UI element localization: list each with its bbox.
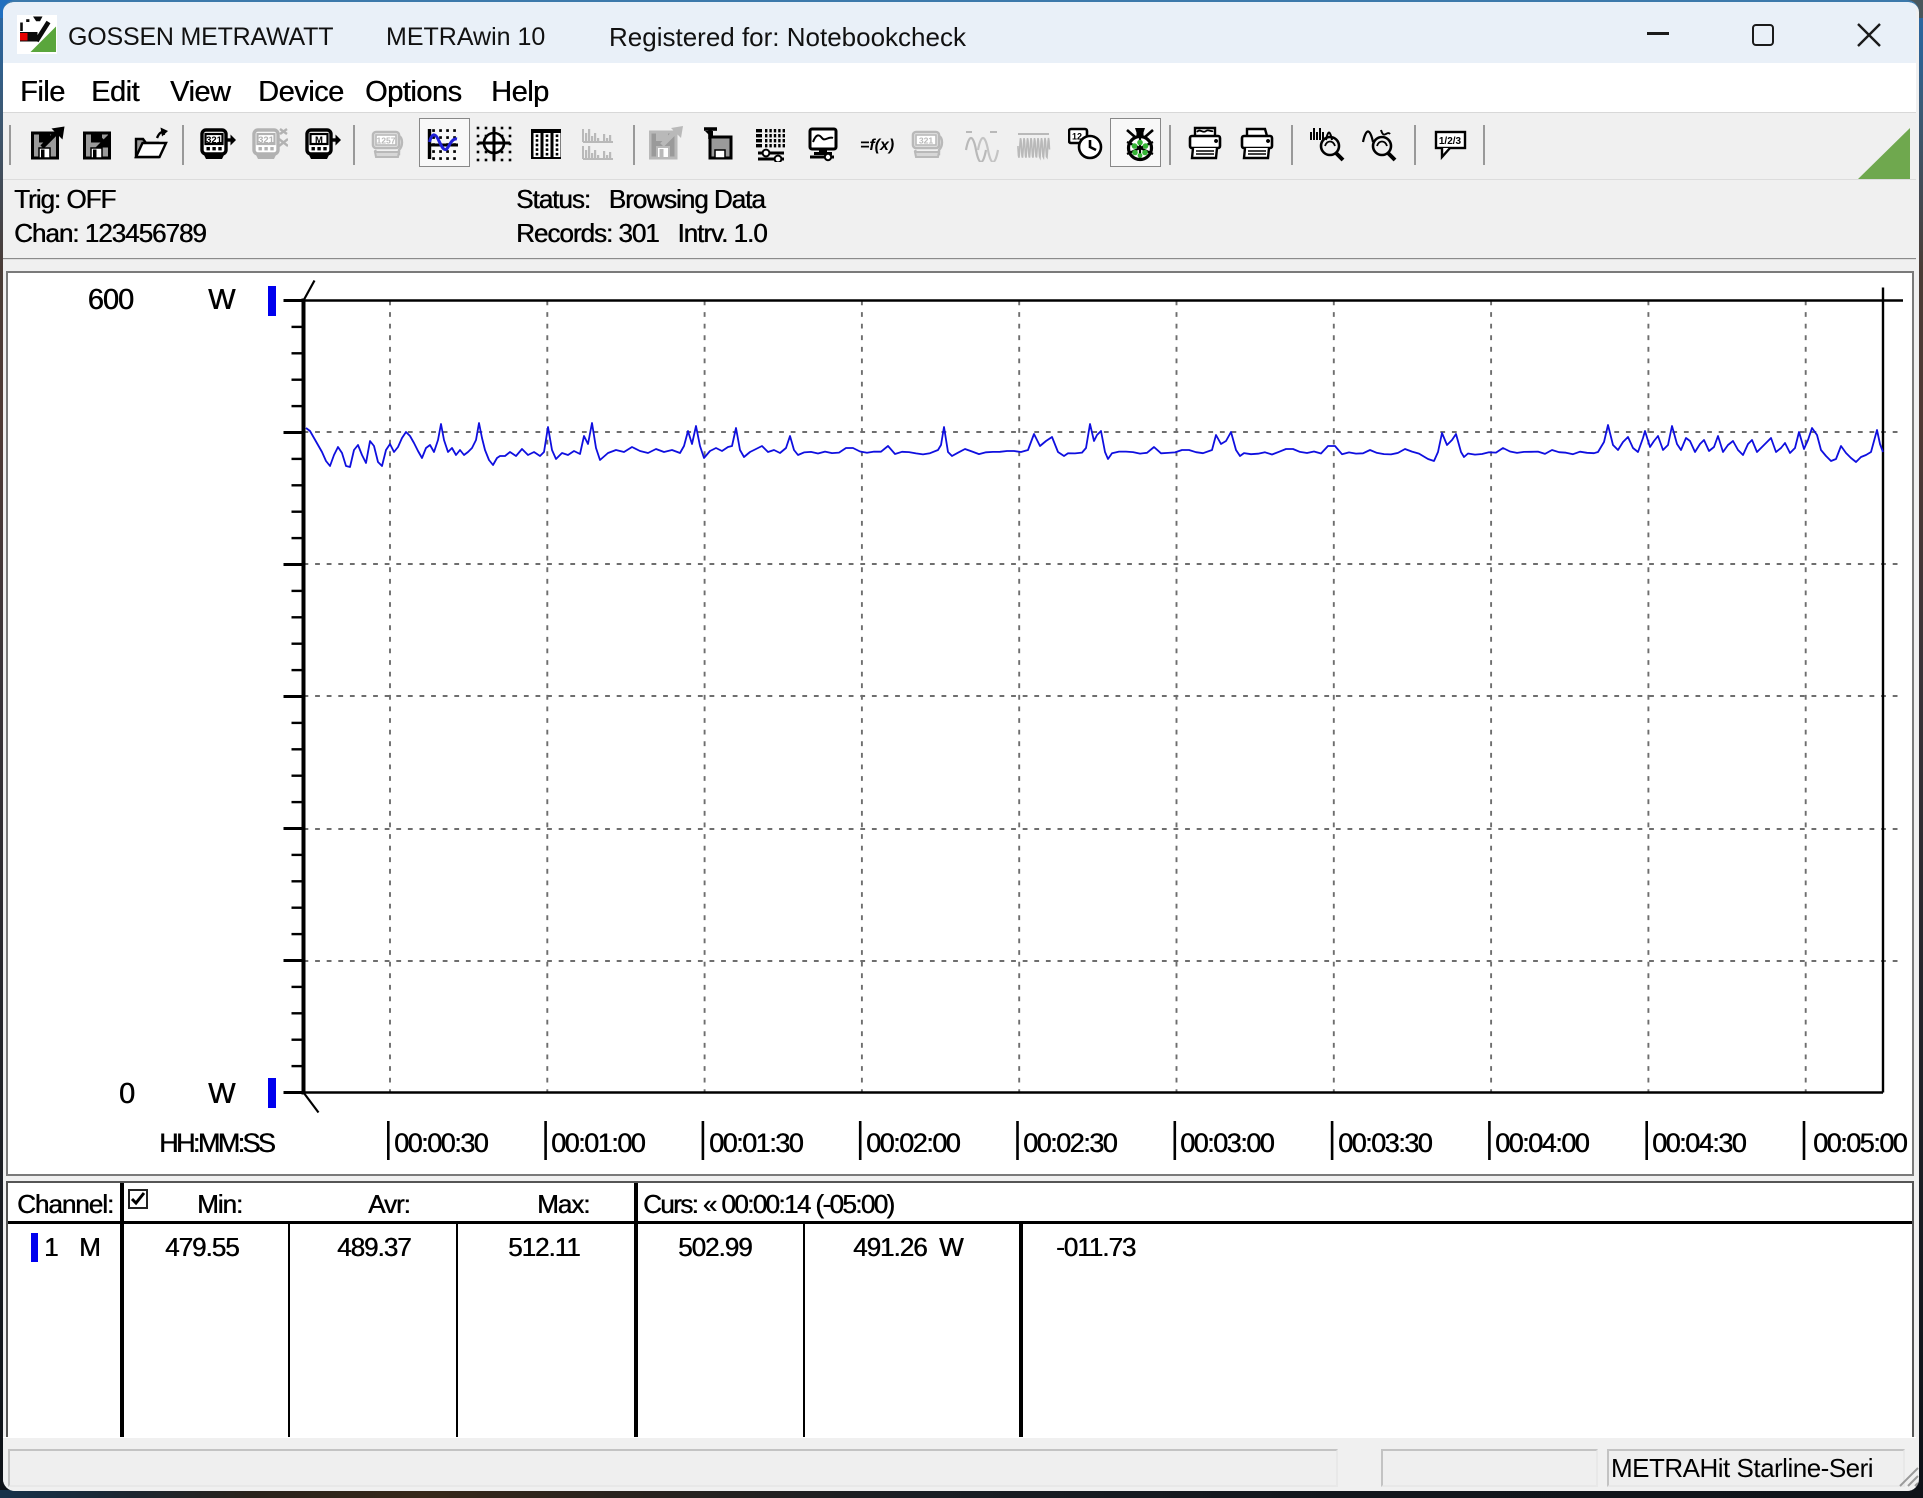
svg-text:321: 321 xyxy=(206,135,223,146)
svg-text:M: M xyxy=(315,135,323,146)
svg-text:321: 321 xyxy=(258,135,275,146)
svg-text:1257: 1257 xyxy=(376,136,395,146)
svg-text:321: 321 xyxy=(919,136,934,146)
svg-text:1/2/3: 1/2/3 xyxy=(1439,136,1462,147)
svg-text:=f(x): =f(x) xyxy=(860,137,894,154)
